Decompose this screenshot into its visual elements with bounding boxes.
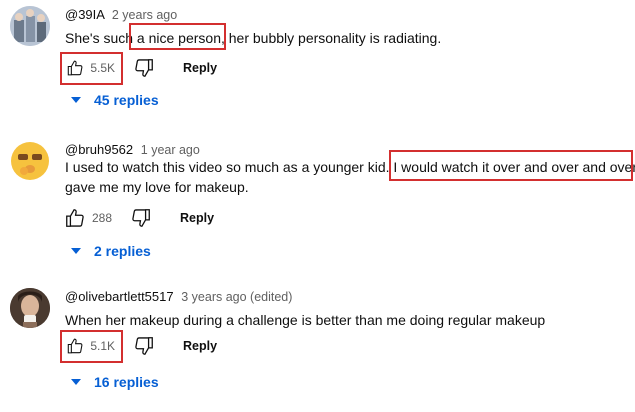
- chevron-down-icon: [71, 379, 81, 385]
- comment-3: @olivebartlett5517 3 years ago (edited) …: [0, 282, 635, 412]
- dislike-button[interactable]: [133, 57, 155, 79]
- comment-actions: 5.5K Reply: [60, 51, 217, 85]
- reply-button[interactable]: Reply: [183, 61, 217, 75]
- avatar[interactable]: [10, 288, 50, 328]
- highlight-box-nice-person: [129, 23, 226, 50]
- author-line: @39IA 2 years ago: [65, 7, 177, 22]
- comment-text: When her makeup during a challenge is be…: [65, 312, 546, 328]
- like-button[interactable]: 5.5K: [60, 51, 123, 85]
- author-line: @bruh9562 1 year ago: [65, 142, 200, 157]
- author-name[interactable]: @bruh9562: [65, 142, 133, 157]
- thumbs-up-icon: [67, 60, 83, 76]
- replies-count: 2 replies: [94, 243, 151, 259]
- like-count: 5.5K: [90, 61, 115, 75]
- replies-count: 45 replies: [94, 92, 159, 108]
- thumbs-down-icon: [135, 59, 153, 77]
- chevron-down-icon: [71, 97, 81, 103]
- thumbs-down-icon: [132, 209, 150, 227]
- author-name[interactable]: @39IA: [65, 7, 104, 22]
- like-button[interactable]: 288: [60, 203, 116, 233]
- timestamp[interactable]: 3 years ago (edited): [181, 290, 292, 304]
- dislike-button[interactable]: [133, 335, 155, 357]
- author-name[interactable]: @olivebartlett5517: [65, 289, 174, 304]
- replies-count: 16 replies: [94, 374, 159, 390]
- view-replies-button[interactable]: 2 replies: [70, 243, 151, 259]
- highlight-box-watch-over: [389, 150, 633, 181]
- timestamp[interactable]: 2 years ago: [112, 8, 177, 22]
- avatar[interactable]: [10, 6, 50, 46]
- thumbs-up-icon: [67, 338, 83, 354]
- timestamp[interactable]: 1 year ago: [141, 143, 200, 157]
- view-replies-button[interactable]: 45 replies: [70, 92, 159, 108]
- dislike-button[interactable]: [130, 207, 152, 229]
- reply-button[interactable]: Reply: [183, 339, 217, 353]
- comment-actions: 5.1K Reply: [60, 329, 217, 363]
- comment-actions: 288 Reply: [60, 203, 214, 233]
- author-line: @olivebartlett5517 3 years ago (edited): [65, 289, 292, 304]
- chevron-down-icon: [71, 248, 81, 254]
- like-count: 5.1K: [90, 339, 115, 353]
- view-replies-button[interactable]: 16 replies: [70, 374, 159, 390]
- comment-1: @39IA 2 years ago She's such a nice pers…: [0, 0, 635, 130]
- like-button[interactable]: 5.1K: [60, 329, 123, 363]
- reply-button[interactable]: Reply: [180, 211, 214, 225]
- avatar[interactable]: [10, 141, 50, 181]
- like-count: 288: [92, 211, 113, 225]
- thumbs-up-icon: [66, 209, 84, 227]
- thumbs-down-icon: [135, 337, 153, 355]
